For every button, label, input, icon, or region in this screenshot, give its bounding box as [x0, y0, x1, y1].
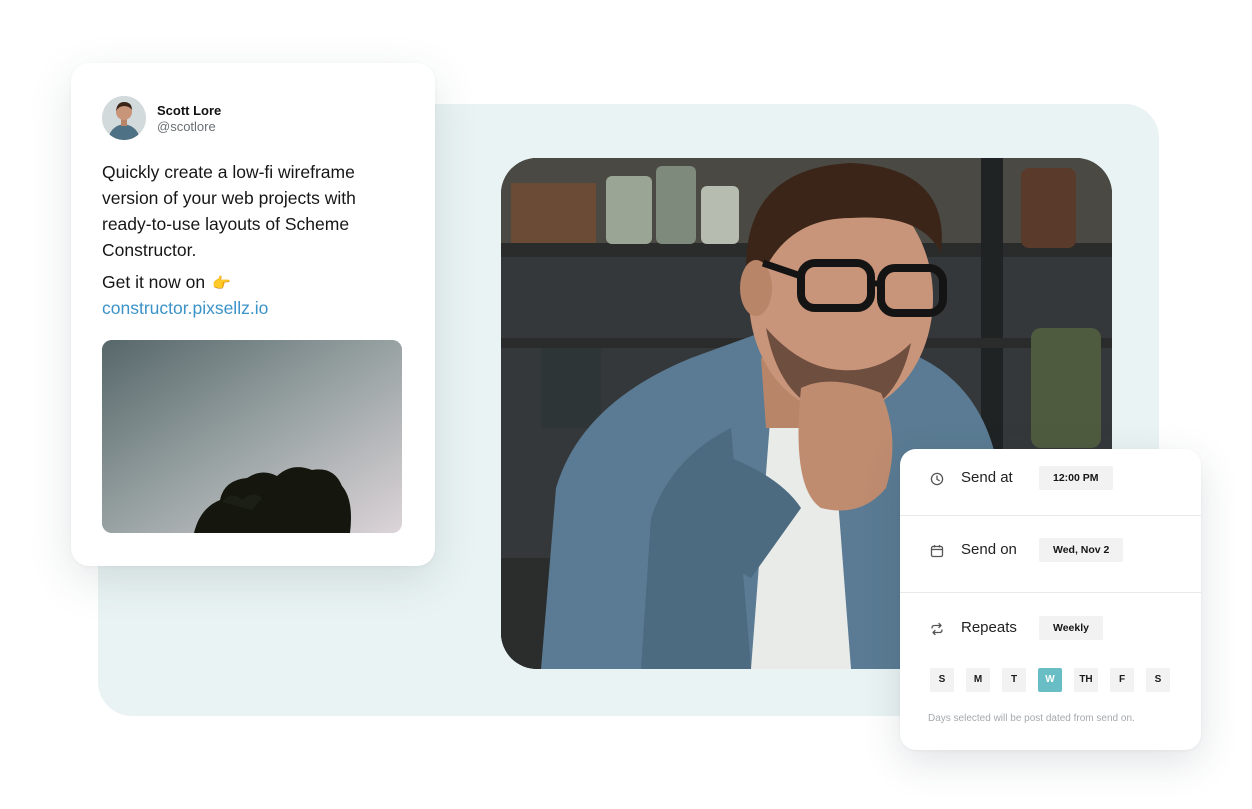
send-at-row: Send at 12:00 PM — [900, 449, 1201, 515]
day-monday[interactable]: M — [966, 668, 990, 692]
tweet-media-image[interactable] — [102, 340, 402, 533]
schedule-note: Days selected will be post dated from se… — [928, 713, 1135, 724]
avatar[interactable] — [102, 96, 146, 140]
author-name[interactable]: Scott Lore — [157, 103, 221, 118]
schedule-card: Send at 12:00 PM Send on Wed, Nov 2 Repe… — [900, 449, 1201, 750]
send-on-row: Send on Wed, Nov 2 — [900, 516, 1201, 592]
send-on-value[interactable]: Wed, Nov 2 — [1039, 538, 1124, 562]
tweet-card: Scott Lore @scotlore Quickly create a lo… — [71, 63, 435, 566]
send-on-label: Send on — [961, 541, 1017, 558]
clock-icon — [930, 472, 944, 486]
cta-text: Get it now on — [102, 272, 206, 292]
pointing-hand-icon: 👉 — [212, 275, 231, 292]
author-handle[interactable]: @scotlore — [157, 119, 216, 134]
day-sunday[interactable]: S — [930, 668, 954, 692]
repeat-icon — [930, 622, 944, 636]
day-saturday[interactable]: S — [1146, 668, 1170, 692]
day-wednesday[interactable]: W — [1038, 668, 1062, 692]
repeats-label: Repeats — [961, 619, 1017, 636]
day-thursday[interactable]: TH — [1074, 668, 1098, 692]
tweet-text: Quickly create a low-fi wireframe versio… — [102, 162, 356, 260]
repeats-value[interactable]: Weekly — [1039, 616, 1103, 640]
send-at-label: Send at — [961, 469, 1013, 486]
day-friday[interactable]: F — [1110, 668, 1134, 692]
repeats-row: Repeats Weekly — [900, 593, 1201, 663]
tweet-link[interactable]: constructor.pixsellz.io — [102, 295, 268, 321]
day-tuesday[interactable]: T — [1002, 668, 1026, 692]
send-at-value[interactable]: 12:00 PM — [1039, 466, 1113, 490]
calendar-icon — [930, 544, 944, 558]
tweet-cta: Get it now on 👉 — [102, 269, 231, 297]
